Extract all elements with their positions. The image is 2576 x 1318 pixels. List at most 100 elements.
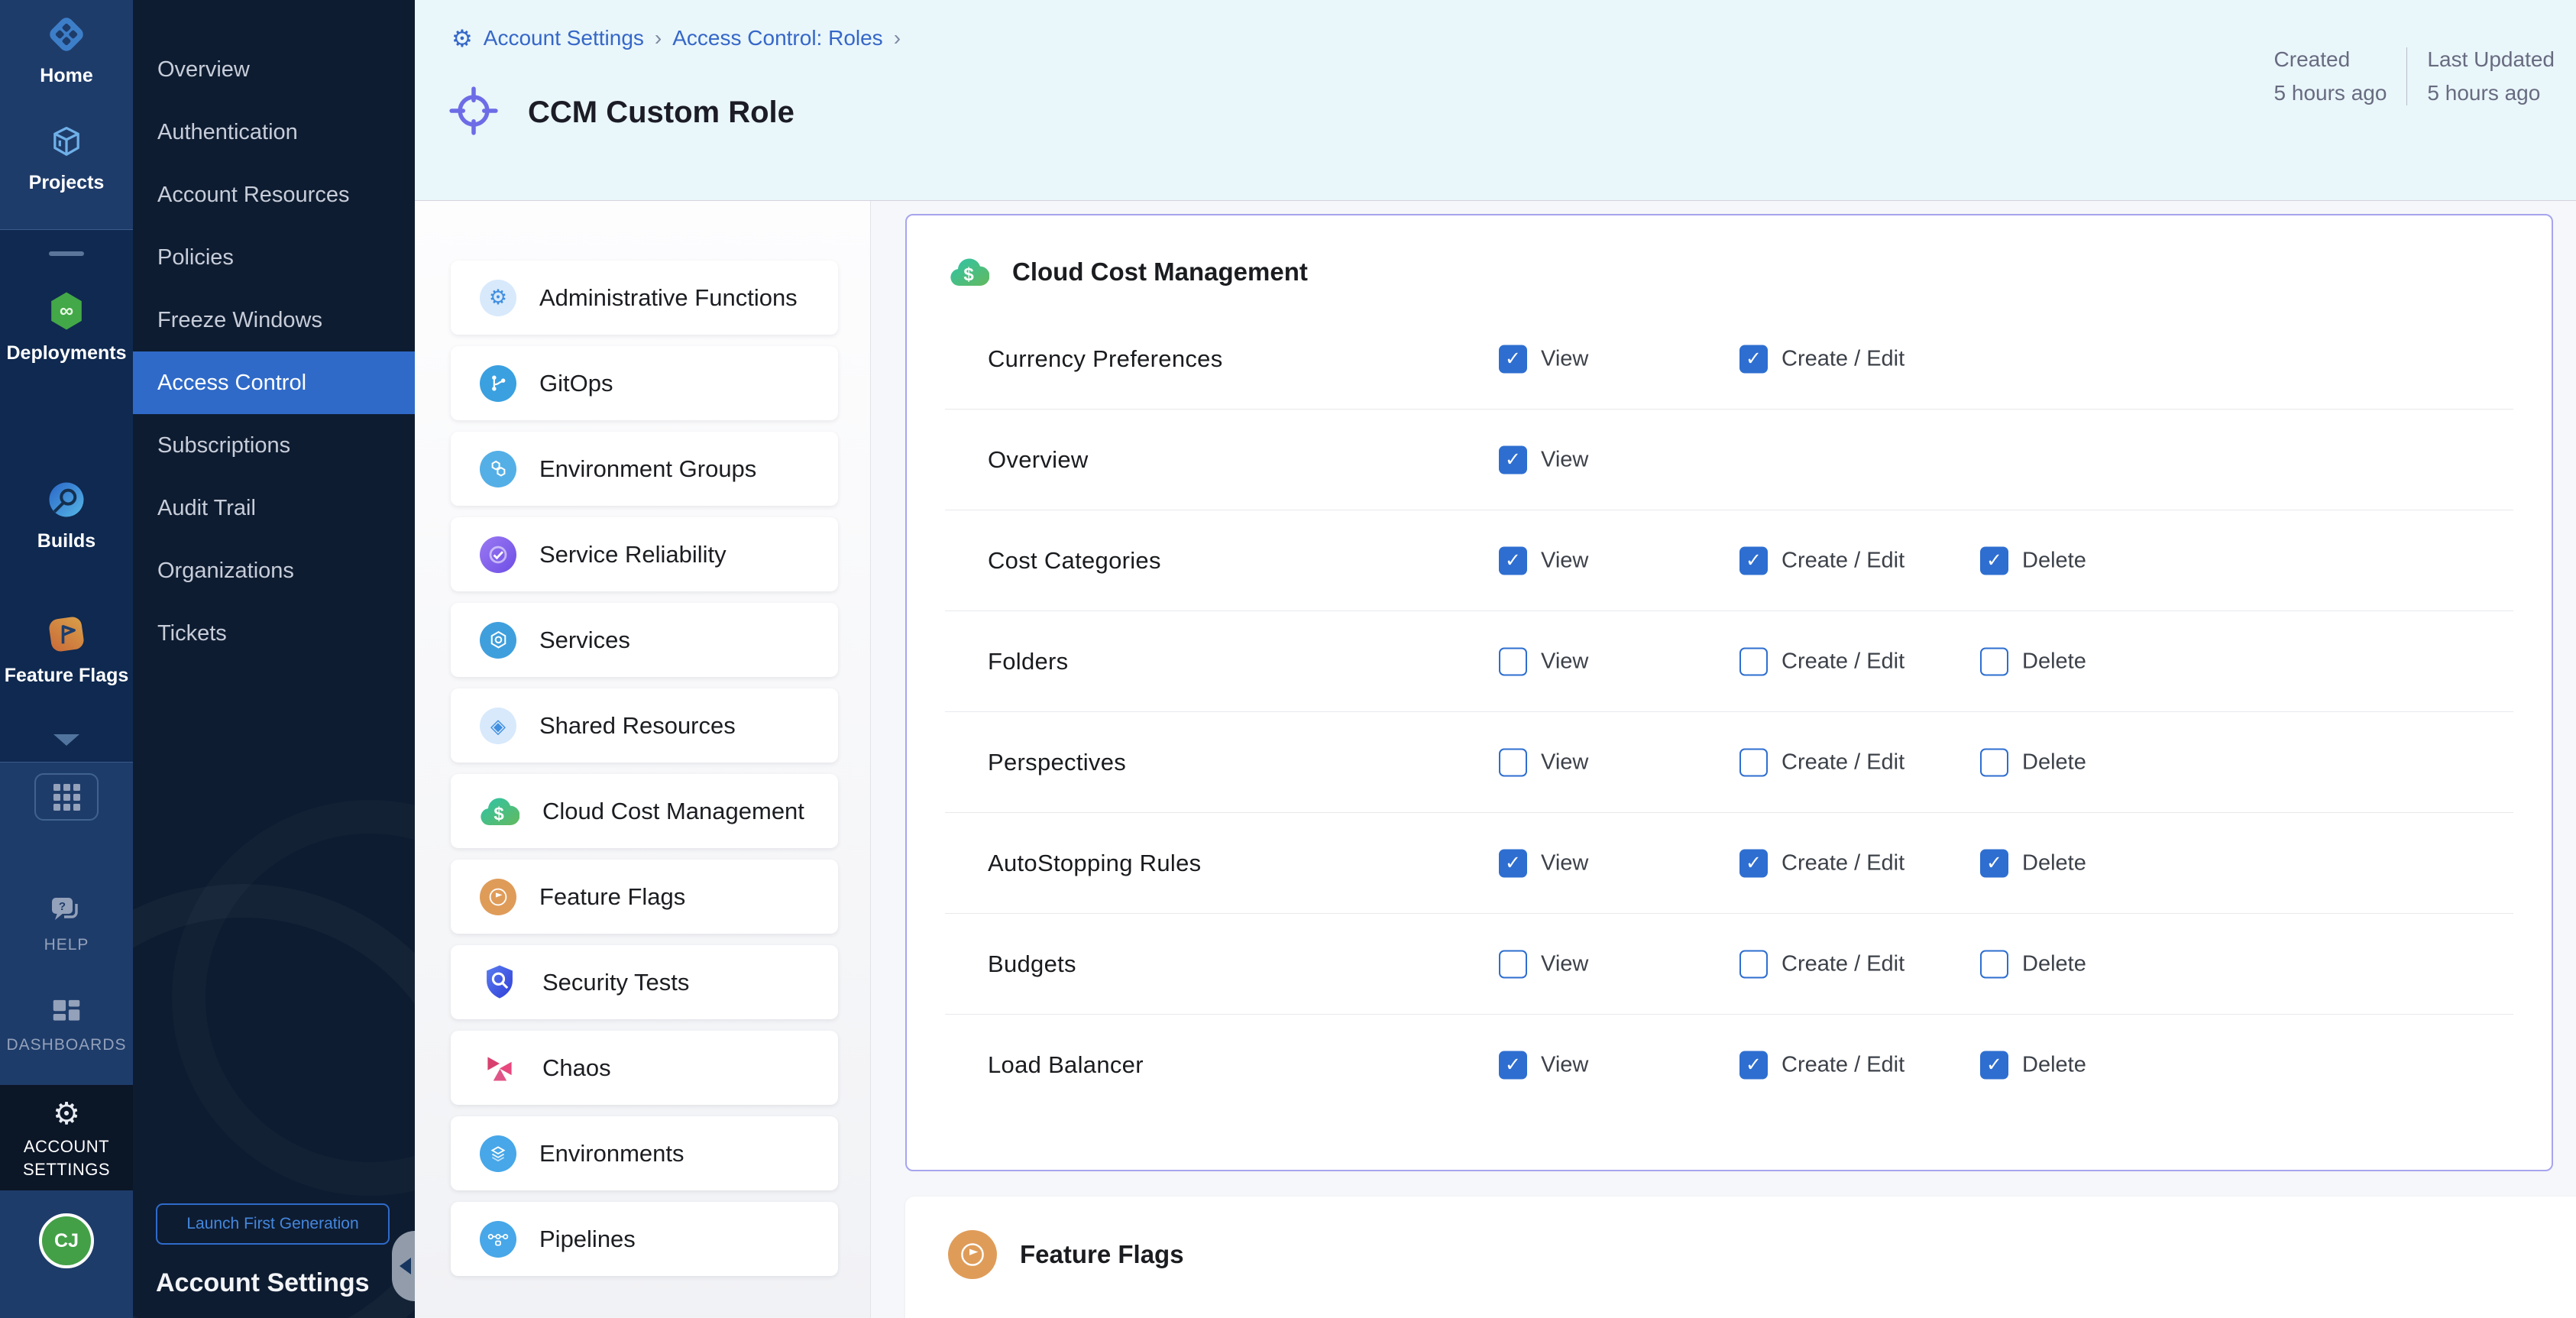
rail-item-builds[interactable]: Builds — [0, 479, 133, 552]
sidebar-item-policies[interactable]: Policies — [133, 226, 415, 289]
delete-checkbox[interactable] — [1980, 748, 2008, 776]
perm-label: View — [1541, 750, 1588, 775]
breadcrumb-link-account-settings[interactable]: Account Settings — [484, 26, 644, 50]
delete-checkbox[interactable] — [1980, 546, 2008, 575]
permission-row-label: Currency Preferences — [945, 345, 1223, 373]
section-title: Feature Flags — [1020, 1240, 1184, 1269]
sidebar-item-organizations[interactable]: Organizations — [133, 539, 415, 602]
perm-label: View — [1541, 649, 1588, 674]
resource-group-shared-resources[interactable]: ◈Shared Resources — [451, 688, 838, 763]
resource-group-list: ⚙Administrative Functions GitOps Environme… — [415, 201, 871, 1318]
permission-row-load-balancer: Load BalancerViewCreate / EditDelete — [945, 1014, 2513, 1115]
permission-row-label: Load Balancer — [945, 1051, 1144, 1079]
resource-group-label: Environments — [539, 1140, 684, 1167]
resource-group-chaos[interactable]: Chaos — [451, 1031, 838, 1105]
create-edit-checkbox[interactable] — [1739, 345, 1768, 373]
sidebar-item-label: Policies — [157, 245, 234, 270]
sidebar-item-freeze-windows[interactable]: Freeze Windows — [133, 289, 415, 351]
rail-item-feature-flags[interactable]: Feature Flags — [0, 614, 133, 687]
permission-row-perspectives: PerspectivesViewCreate / EditDelete — [945, 711, 2513, 812]
resource-group-feature-flags[interactable]: Feature Flags — [451, 860, 838, 934]
resource-group-label: Pipelines — [539, 1226, 636, 1253]
perm-create-edit: Create / Edit — [1739, 546, 1904, 575]
sidebar-item-subscriptions[interactable]: Subscriptions — [133, 414, 415, 477]
sidebar-item-label: Authentication — [157, 120, 298, 145]
security-tests-icon — [480, 964, 519, 1001]
rail-item-dashboards[interactable]: DASHBOARDS — [0, 997, 133, 1054]
deployments-icon: ∞ — [45, 290, 88, 336]
perm-label: View — [1541, 951, 1588, 976]
permission-row-label: Perspectives — [945, 749, 1126, 776]
resource-group-gitops[interactable]: GitOps — [451, 346, 838, 420]
breadcrumb-link-access-control-roles[interactable]: Access Control: Roles — [672, 26, 882, 50]
sidebar-item-audit-trail[interactable]: Audit Trail — [133, 477, 415, 539]
cloud-cost-management-icon: $ — [480, 793, 519, 830]
role-meta: Created 5 hours ago Last Updated 5 hours… — [2274, 47, 2555, 105]
module-grid-button[interactable] — [34, 773, 99, 821]
rail-item-deployments[interactable]: ∞Deployments — [0, 290, 133, 364]
sidebar-item-label: Account Resources — [157, 183, 349, 208]
delete-checkbox[interactable] — [1980, 647, 2008, 675]
rail-item-account-settings[interactable]: ⚙ ACCOUNT SETTINGS — [0, 1085, 133, 1180]
perm-label: Create / Edit — [1782, 548, 1904, 573]
sidebar-item-access-control[interactable]: Access Control — [133, 351, 415, 414]
perm-label: View — [1541, 447, 1588, 472]
gitops-icon — [480, 365, 516, 402]
perm-view: View — [1499, 748, 1588, 776]
last-updated-meta: Last Updated 5 hours ago — [2427, 47, 2555, 105]
rail-item-projects[interactable]: Projects — [0, 122, 133, 194]
view-checkbox[interactable] — [1499, 647, 1527, 675]
view-checkbox[interactable] — [1499, 950, 1527, 978]
sidebar-item-overview[interactable]: Overview — [133, 38, 415, 101]
chevron-down-icon[interactable] — [53, 734, 79, 746]
rail-item-home[interactable]: Home — [0, 0, 133, 87]
delete-checkbox[interactable] — [1980, 1051, 2008, 1079]
perm-create-edit: Create / Edit — [1739, 345, 1904, 373]
resource-group-environment-groups[interactable]: Environment Groups — [451, 432, 838, 506]
perm-create-edit: Create / Edit — [1739, 849, 1904, 877]
resource-group-service-reliability[interactable]: Service Reliability — [451, 517, 838, 591]
create-edit-checkbox[interactable] — [1739, 849, 1768, 877]
meta-divider — [2406, 47, 2407, 105]
create-edit-checkbox[interactable] — [1739, 546, 1768, 575]
view-checkbox[interactable] — [1499, 345, 1527, 373]
resource-group-pipelines[interactable]: Pipelines — [451, 1202, 838, 1276]
rail-item-help[interactable]: ? HELP — [0, 895, 133, 954]
resource-group-label: Service Reliability — [539, 541, 727, 568]
view-checkbox[interactable] — [1499, 748, 1527, 776]
delete-checkbox[interactable] — [1980, 950, 2008, 978]
panel-title: Cloud Cost Management — [1012, 257, 1308, 287]
create-edit-checkbox[interactable] — [1739, 1051, 1768, 1079]
breadcrumb-separator: › — [894, 26, 901, 50]
sidebar-item-tickets[interactable]: Tickets — [133, 602, 415, 665]
view-checkbox[interactable] — [1499, 1051, 1527, 1079]
view-checkbox[interactable] — [1499, 849, 1527, 877]
view-checkbox[interactable] — [1499, 546, 1527, 575]
sidebar-item-label: Overview — [157, 57, 250, 83]
resource-group-environments[interactable]: Environments — [451, 1116, 838, 1190]
administrative-functions-icon: ⚙ — [480, 280, 516, 316]
sidebar-item-account-resources[interactable]: Account Resources — [133, 164, 415, 226]
create-edit-checkbox[interactable] — [1739, 950, 1768, 978]
permission-row-budgets: BudgetsViewCreate / EditDelete — [945, 913, 2513, 1014]
create-edit-checkbox[interactable] — [1739, 647, 1768, 675]
create-edit-checkbox[interactable] — [1739, 748, 1768, 776]
avatar[interactable]: CJ — [39, 1213, 94, 1268]
permission-row-overview: OverviewView — [945, 409, 2513, 510]
projects-icon — [47, 122, 86, 166]
perm-create-edit: Create / Edit — [1739, 748, 1904, 776]
launch-first-generation-button[interactable]: Launch First Generation — [156, 1203, 390, 1245]
sidebar-collapse-button[interactable] — [392, 1231, 415, 1301]
delete-checkbox[interactable] — [1980, 849, 2008, 877]
resource-group-services[interactable]: Services — [451, 603, 838, 677]
title-row: CCM Custom Role — [448, 86, 794, 140]
resource-group-security-tests[interactable]: Security Tests — [451, 945, 838, 1019]
view-checkbox[interactable] — [1499, 445, 1527, 474]
main-content: $ Cloud Cost Management Currency Prefere… — [872, 201, 2576, 1318]
resource-group-administrative-functions[interactable]: ⚙Administrative Functions — [451, 261, 838, 335]
perm-view: View — [1499, 546, 1588, 575]
sidebar-item-authentication[interactable]: Authentication — [133, 101, 415, 164]
perm-label: View — [1541, 850, 1588, 876]
nav-rail: Home Projects ∞Deployments Builds Feature F… — [0, 0, 133, 1318]
resource-group-cloud-cost-management[interactable]: $Cloud Cost Management — [451, 774, 838, 848]
